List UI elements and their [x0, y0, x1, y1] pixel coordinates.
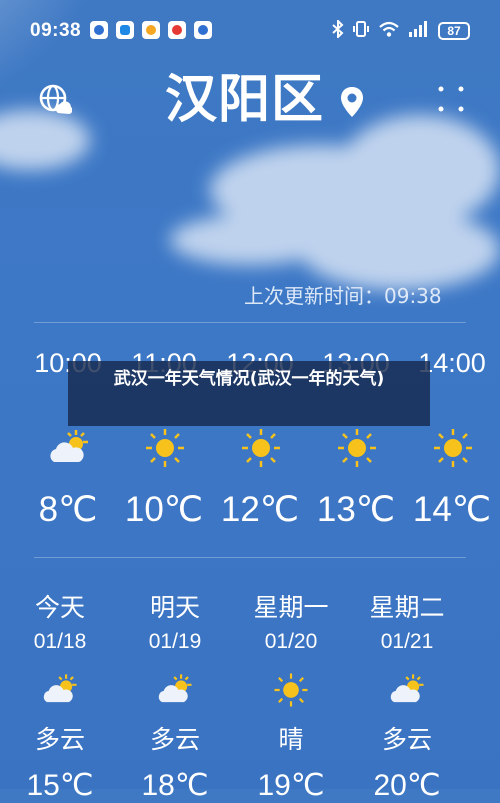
bluetooth-icon [332, 18, 344, 42]
hourly-temp: 14℃ [412, 490, 492, 529]
partly-cloudy-icon [40, 672, 80, 712]
signal-icon [408, 20, 430, 42]
partly-cloudy-icon [155, 672, 195, 712]
hourly-temp: 12℃ [220, 490, 300, 529]
status-app-icons [90, 21, 212, 39]
article-title-banner[interactable]: 武汉一年天气情况(武汉一年的天气) [68, 361, 430, 426]
day-name: 今天 [34, 593, 85, 622]
hourly-temp: 13℃ [316, 490, 396, 529]
sun-icon [271, 672, 311, 712]
divider [34, 322, 466, 323]
day-name: 明天 [149, 593, 200, 622]
sun-icon [430, 428, 476, 472]
day-temp: 19℃ [257, 769, 325, 802]
day-date: 01/18 [33, 630, 87, 653]
vibrate-icon [352, 20, 370, 42]
day-condition: 多云 [149, 725, 200, 754]
location-pin-icon[interactable] [340, 86, 364, 122]
day-name: 星期一 [253, 593, 329, 622]
partly-cloudy-icon [387, 672, 427, 712]
day-temp: 15℃ [26, 769, 94, 802]
day-date: 01/21 [380, 630, 434, 653]
hourly-temp: 10℃ [124, 490, 204, 529]
sun-icon [334, 428, 380, 472]
app-icon-1 [90, 21, 108, 39]
day-temp: 18℃ [141, 769, 209, 802]
last-updated: 上次更新时间：09:38 [244, 284, 442, 308]
day-condition: 晴 [278, 725, 304, 754]
battery-icon: 87 [438, 22, 470, 40]
more-dots-icon[interactable] [438, 86, 464, 116]
day-condition: 多云 [381, 725, 432, 754]
app-icon-5 [194, 21, 212, 39]
day-name: 星期二 [369, 593, 445, 622]
wifi-icon [378, 20, 400, 42]
day-condition: 多云 [34, 725, 85, 754]
header: 汉阳区 [0, 60, 500, 150]
day-date: 01/20 [264, 630, 318, 653]
status-bar: 09:38 87 [0, 0, 500, 60]
sun-icon [238, 428, 284, 472]
day-temp: 20℃ [373, 769, 441, 802]
globe-icon[interactable] [38, 83, 73, 121]
article-title[interactable]: 武汉一年天气情况(武汉一年的天气) [78, 366, 420, 393]
daily-forecast[interactable]: 今天 01/18 多云 15℃ 明天 01/19 多云 18℃ 星期一 01/2… [0, 580, 500, 802]
app-icon-2 [116, 21, 134, 39]
sun-icon [142, 428, 188, 472]
divider [34, 557, 466, 558]
status-time: 09:38 [30, 20, 82, 41]
status-system-icons: 87 [332, 18, 470, 42]
app-icon-3 [142, 21, 160, 39]
partly-cloudy-icon [46, 428, 92, 472]
app-icon-4 [168, 21, 186, 39]
city-name[interactable]: 汉阳区 [165, 68, 324, 132]
day-date: 01/19 [148, 630, 202, 653]
hourly-temp: 8℃ [38, 490, 98, 529]
